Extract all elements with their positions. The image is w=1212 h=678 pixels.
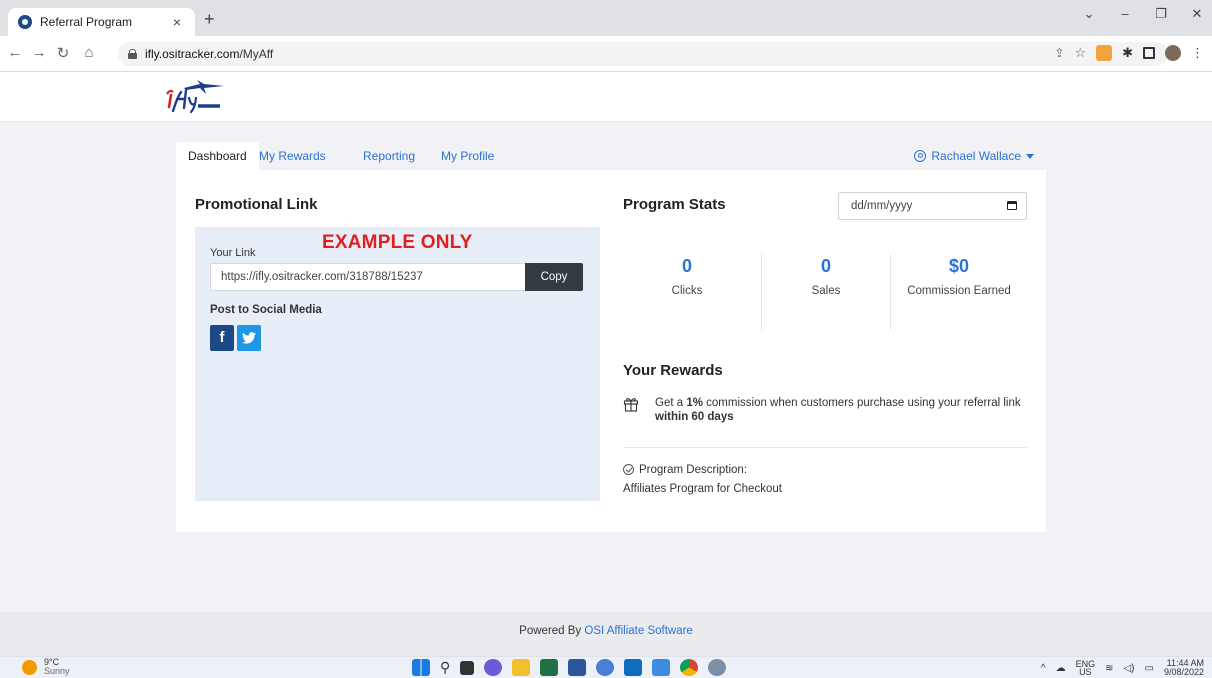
facebook-share-icon[interactable]: f bbox=[210, 325, 234, 351]
user-menu[interactable]: Rachael Wallace bbox=[914, 142, 1034, 170]
user-circle-icon bbox=[914, 150, 927, 162]
lock-icon[interactable] bbox=[128, 49, 137, 59]
chrome-icon[interactable] bbox=[680, 659, 699, 676]
stat-label: Clicks bbox=[671, 285, 703, 297]
browser-tab[interactable]: Referral Program × bbox=[8, 8, 195, 36]
date-input[interactable]: dd/mm/yyyy bbox=[838, 192, 1027, 220]
language-indicator[interactable]: ENG US bbox=[1076, 660, 1096, 677]
referral-link-field[interactable]: https://ifly.ositracker.com/318788/15237 bbox=[210, 263, 526, 291]
copy-button[interactable]: Copy bbox=[525, 263, 583, 291]
dashboard-card: Promotional Link EXAMPLE ONLY Your Link … bbox=[176, 170, 1046, 532]
url-field[interactable]: ifly.ositracker.com/MyAff bbox=[118, 42, 1168, 66]
menu-kebab-icon[interactable]: ⋮ bbox=[1191, 45, 1204, 61]
your-link-label: Your Link bbox=[210, 247, 256, 259]
promo-title: Promotional Link bbox=[195, 196, 318, 213]
stat-label: Sales bbox=[811, 285, 841, 297]
calendar-app-icon[interactable] bbox=[652, 659, 671, 676]
stat-sales: 0 Sales bbox=[762, 254, 890, 297]
page: Dashboard My Rewards Reporting My Profil… bbox=[0, 72, 1212, 656]
stat-value: 0 bbox=[681, 256, 692, 276]
dashboard-nav: Dashboard My Rewards Reporting My Profil… bbox=[176, 142, 1046, 170]
taskbar-apps: ⚲ bbox=[412, 659, 727, 676]
stat-divider bbox=[890, 254, 891, 330]
program-description-label: Program Description: bbox=[639, 464, 748, 476]
stats-title: Program Stats bbox=[623, 196, 726, 213]
wifi-icon[interactable]: ≋ bbox=[1105, 663, 1113, 674]
windows-start-icon[interactable] bbox=[412, 659, 430, 676]
battery-icon[interactable]: ▭ bbox=[1145, 663, 1154, 674]
footer-text: Powered By bbox=[519, 625, 585, 637]
date-placeholder: dd/mm/yyyy bbox=[851, 200, 913, 212]
back-icon[interactable]: ← bbox=[6, 44, 24, 61]
excel-icon[interactable] bbox=[540, 659, 559, 676]
extension-icon[interactable] bbox=[1096, 45, 1113, 61]
side-panel-icon[interactable] bbox=[1143, 47, 1155, 59]
footer: Powered By OSI Affiliate Software bbox=[0, 612, 1212, 656]
bookmark-star-icon[interactable]: ☆ bbox=[1074, 45, 1086, 61]
stat-value: 0 bbox=[820, 256, 831, 276]
clock[interactable]: 11:44 AM 9/08/2022 bbox=[1164, 659, 1204, 677]
file-explorer-icon[interactable] bbox=[512, 659, 531, 676]
promo-panel: EXAMPLE ONLY Your Link https://ifly.osit… bbox=[195, 227, 600, 501]
example-watermark: EXAMPLE ONLY bbox=[322, 232, 473, 253]
stat-clicks: 0 Clicks bbox=[623, 254, 751, 297]
reload-icon[interactable]: ↻ bbox=[54, 44, 72, 62]
user-name: Rachael Wallace bbox=[931, 149, 1021, 163]
forward-icon[interactable]: → bbox=[30, 44, 48, 61]
home-icon[interactable]: ⌂ bbox=[80, 44, 98, 61]
close-tab-icon[interactable]: × bbox=[169, 14, 185, 30]
tab-my-rewards[interactable]: My Rewards bbox=[247, 142, 338, 170]
task-view-icon[interactable] bbox=[460, 660, 475, 675]
weather-widget[interactable]: 9°C Sunny bbox=[22, 658, 70, 676]
stat-value: $0 bbox=[948, 256, 970, 276]
word-icon[interactable] bbox=[568, 659, 587, 676]
todo-icon[interactable] bbox=[596, 659, 615, 676]
stat-commission: $0 Commission Earned bbox=[892, 254, 1026, 297]
address-bar: ← → ↻ ⌂ ifly.ositracker.com/MyAff ⇪ ☆ ✱ … bbox=[0, 36, 1212, 72]
program-description-value: Affiliates Program for Checkout bbox=[623, 483, 782, 495]
close-window-icon[interactable]: ✕ bbox=[1190, 6, 1204, 22]
site-favicon-icon bbox=[18, 15, 32, 29]
maximize-icon[interactable]: ❐ bbox=[1154, 6, 1168, 22]
window-controls: ⌄ – ❐ ✕ bbox=[1082, 6, 1204, 22]
puzzle-icon[interactable]: ✱ bbox=[1122, 45, 1133, 61]
onedrive-cloud-icon[interactable]: ☁ bbox=[1056, 663, 1066, 674]
outlook-icon[interactable] bbox=[624, 659, 643, 676]
chat-icon[interactable] bbox=[484, 659, 503, 676]
tab-my-profile[interactable]: My Profile bbox=[429, 142, 506, 170]
osi-software-link[interactable]: OSI Affiliate Software bbox=[584, 625, 692, 637]
tab-search-icon[interactable]: ⌄ bbox=[1082, 6, 1096, 22]
browser-tabbar: Referral Program × + ⌄ – ❐ ✕ bbox=[0, 0, 1212, 36]
calendar-icon[interactable] bbox=[1007, 201, 1017, 210]
divider bbox=[623, 447, 1027, 448]
windows-taskbar: 9°C Sunny ⚲ ^ ☁ ENG US ≋ ◁) ▭ 11:44 AM 9… bbox=[0, 656, 1212, 678]
gift-icon bbox=[623, 398, 639, 412]
volume-icon[interactable]: ◁) bbox=[1123, 663, 1134, 674]
stat-label: Commission Earned bbox=[907, 285, 1011, 297]
new-tab-button[interactable]: + bbox=[204, 9, 215, 30]
url-text: ifly.ositracker.com/MyAff bbox=[145, 47, 274, 61]
share-icon[interactable]: ⇪ bbox=[1054, 46, 1064, 60]
social-label: Post to Social Media bbox=[210, 304, 322, 316]
sun-icon bbox=[22, 659, 37, 675]
minimize-icon[interactable]: – bbox=[1118, 6, 1132, 22]
search-icon[interactable]: ⚲ bbox=[440, 659, 450, 676]
site-header bbox=[0, 72, 1212, 122]
tab-title: Referral Program bbox=[40, 15, 133, 29]
twitter-share-icon[interactable] bbox=[237, 325, 261, 351]
check-circle-icon bbox=[623, 464, 634, 475]
caret-down-icon bbox=[1026, 153, 1034, 159]
system-tray: ^ ☁ ENG US ≋ ◁) ▭ 11:44 AM 9/08/2022 bbox=[1041, 659, 1204, 677]
chevron-up-icon[interactable]: ^ bbox=[1041, 663, 1046, 674]
reward-description: Get a 1% commission when customers purch… bbox=[655, 397, 1021, 423]
tab-reporting[interactable]: Reporting bbox=[351, 142, 427, 170]
rewards-title: Your Rewards bbox=[623, 362, 723, 379]
profile-avatar[interactable] bbox=[1165, 45, 1181, 61]
extensions: ⇪ ☆ ✱ ⋮ bbox=[1054, 45, 1204, 61]
weather-text: 9°C Sunny bbox=[44, 657, 70, 676]
settings-gear-icon[interactable] bbox=[708, 659, 727, 676]
ifly-logo-icon[interactable] bbox=[164, 78, 228, 114]
